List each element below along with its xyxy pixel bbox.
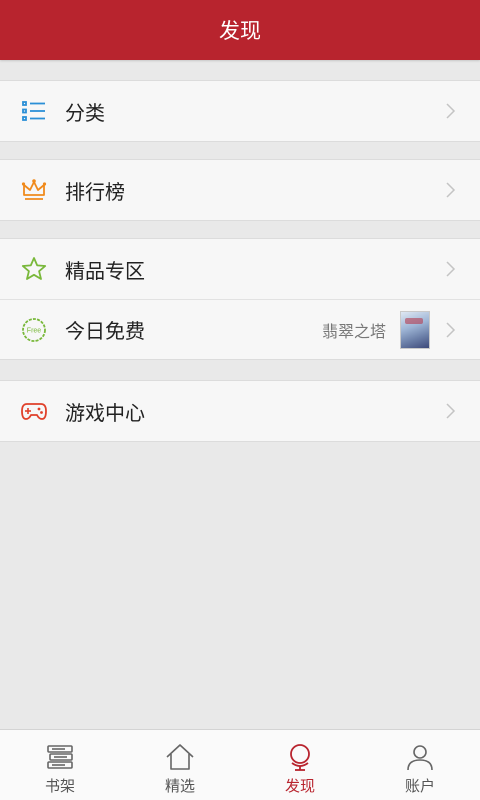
tab-bookshelf-label: 书架 (44, 777, 75, 795)
ranking-group: 排行榜 (0, 159, 480, 221)
user-icon (407, 745, 433, 771)
chevron-right-icon (446, 103, 456, 119)
menu-item-free-today-label: 今日免费 (65, 319, 145, 343)
chevron-right-icon (446, 403, 456, 419)
bookshelf-icon (47, 745, 73, 769)
tab-discover[interactable]: 发现 (240, 730, 360, 800)
menu-item-ranking-label: 排行榜 (65, 179, 125, 204)
menu-item-premium-label: 精品专区 (65, 258, 145, 283)
chevron-right-icon (446, 261, 456, 277)
gamepad-icon (21, 398, 47, 424)
menu-item-games[interactable]: 游戏中心 (0, 381, 480, 441)
menu-item-ranking[interactable]: 排行榜 (0, 160, 480, 220)
tab-account-label: 账户 (404, 777, 435, 795)
category-group: 分类 (0, 80, 480, 142)
chevron-right-icon (446, 321, 456, 338)
premium-group: 精品专区 Free 今日免费 翡翠之塔 (0, 238, 480, 360)
book-cover-image (400, 310, 430, 349)
menu-item-free-today[interactable]: Free 今日免费 翡翠之塔 (0, 299, 480, 359)
menu-item-category[interactable]: 分类 (0, 81, 480, 141)
free-book-title: 翡翠之塔 (321, 321, 386, 341)
tab-discover-label: 发现 (284, 777, 315, 795)
tab-bookshelf[interactable]: 书架 (0, 730, 120, 800)
tab-featured-label: 精选 (164, 777, 195, 795)
page-header: 发现 (0, 0, 480, 60)
free-badge-icon: Free (21, 317, 47, 343)
svg-text:Free: Free (27, 327, 42, 334)
star-icon (21, 256, 47, 282)
globe-icon (290, 744, 310, 771)
games-group: 游戏中心 (0, 380, 480, 442)
free-book-preview: 翡翠之塔 (322, 300, 430, 359)
bottom-tab-bar: 书架 精选 发现 账户 (0, 729, 480, 800)
chevron-right-icon (446, 182, 456, 198)
list-icon (21, 98, 47, 124)
crown-icon (21, 177, 47, 203)
menu-item-premium[interactable]: 精品专区 (0, 239, 480, 299)
tab-account[interactable]: 账户 (360, 730, 480, 800)
menu-item-category-label: 分类 (65, 100, 105, 125)
page-title: 发现 (219, 19, 261, 43)
tab-featured[interactable]: 精选 (120, 730, 240, 800)
home-icon (166, 744, 194, 770)
menu-item-games-label: 游戏中心 (65, 400, 145, 425)
